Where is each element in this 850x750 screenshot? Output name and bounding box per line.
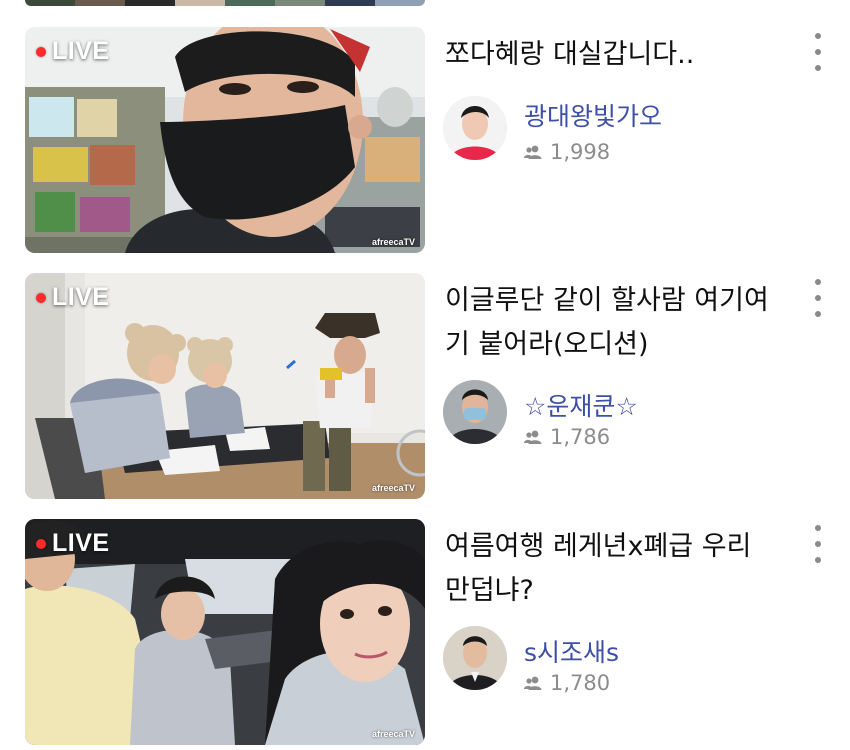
afreecatv-watermark: afreecaTV bbox=[371, 483, 415, 493]
more-vertical-icon-dot bbox=[815, 557, 821, 563]
more-options-button[interactable] bbox=[810, 279, 826, 317]
strip-segment bbox=[275, 0, 325, 6]
more-vertical-icon-dot bbox=[815, 311, 821, 317]
stream-title[interactable]: 여름여행 레게년x폐급 우리만덥냐? bbox=[445, 525, 775, 613]
afreecatv-watermark: afreecaTV bbox=[371, 729, 415, 739]
more-vertical-icon-dot bbox=[815, 49, 821, 55]
viewers-icon bbox=[524, 145, 542, 159]
more-vertical-icon bbox=[815, 279, 821, 285]
streamer-avatar[interactable] bbox=[443, 380, 507, 444]
stream-title[interactable]: 쪼다혜랑 대실갑니다.. bbox=[445, 33, 775, 77]
avatar-image bbox=[443, 626, 507, 690]
strip-segment bbox=[25, 0, 75, 6]
strip-segment bbox=[375, 0, 425, 6]
live-label: LIVE bbox=[52, 529, 110, 557]
viewer-count: 1,780 bbox=[524, 671, 610, 695]
more-options-button[interactable] bbox=[810, 525, 826, 563]
viewers-icon bbox=[524, 430, 542, 444]
viewer-count: 1,786 bbox=[524, 425, 610, 449]
streamer-name[interactable]: ☆운재쿤☆ bbox=[524, 387, 638, 423]
avatar-image bbox=[443, 96, 507, 160]
streamer-name[interactable]: s시조새s bbox=[524, 633, 619, 669]
viewer-count-value: 1,998 bbox=[550, 140, 611, 164]
strip-segment bbox=[175, 0, 225, 6]
afreecatv-watermark: afreecaTV bbox=[371, 237, 415, 247]
more-vertical-icon bbox=[815, 525, 821, 531]
live-badge: LIVE bbox=[36, 283, 110, 312]
stream-thumbnail[interactable]: LIVE afreecaTV bbox=[25, 519, 425, 745]
live-badge: LIVE bbox=[36, 37, 110, 66]
live-dot-icon bbox=[36, 292, 46, 303]
live-dot-icon bbox=[36, 538, 46, 549]
strip-segment bbox=[75, 0, 125, 6]
avatar-image bbox=[443, 380, 507, 444]
stream-card[interactable]: LIVE afreecaTV 이글루단 같이 할사람 여기여기 붙어라(오디션)… bbox=[0, 273, 850, 499]
live-dot-icon bbox=[36, 46, 46, 57]
strip-segment bbox=[225, 0, 275, 6]
more-vertical-icon-dot bbox=[815, 65, 821, 71]
stream-title[interactable]: 이글루단 같이 할사람 여기여기 붙어라(오디션) bbox=[445, 279, 775, 367]
strip-segment bbox=[325, 0, 375, 6]
viewer-count-value: 1,786 bbox=[550, 425, 611, 449]
live-badge: LIVE bbox=[36, 529, 110, 558]
more-vertical-icon bbox=[815, 33, 821, 39]
more-vertical-icon-dot bbox=[815, 295, 821, 301]
live-label: LIVE bbox=[52, 283, 110, 311]
stream-thumbnail[interactable]: LIVE afreecaTV bbox=[25, 27, 425, 253]
streamer-name[interactable]: 광대왕빛가오 bbox=[524, 97, 662, 133]
stream-card[interactable]: LIVE afreecaTV 여름여행 레게년x폐급 우리만덥냐? s시조새s … bbox=[0, 519, 850, 745]
stream-card[interactable]: LIVE afreecaTV 쪼다혜랑 대실갑니다.. 광대왕빛가오 1,998 bbox=[0, 27, 850, 253]
live-label: LIVE bbox=[52, 37, 110, 65]
previous-thumbnail-edge[interactable] bbox=[25, 0, 425, 6]
stream-thumbnail[interactable]: LIVE afreecaTV bbox=[25, 273, 425, 499]
viewer-count: 1,998 bbox=[524, 140, 610, 164]
more-vertical-icon-dot bbox=[815, 541, 821, 547]
more-options-button[interactable] bbox=[810, 33, 826, 71]
streamer-avatar[interactable] bbox=[443, 626, 507, 690]
viewers-icon bbox=[524, 676, 542, 690]
viewer-count-value: 1,780 bbox=[550, 671, 611, 695]
streamer-avatar[interactable] bbox=[443, 96, 507, 160]
strip-segment bbox=[125, 0, 175, 6]
